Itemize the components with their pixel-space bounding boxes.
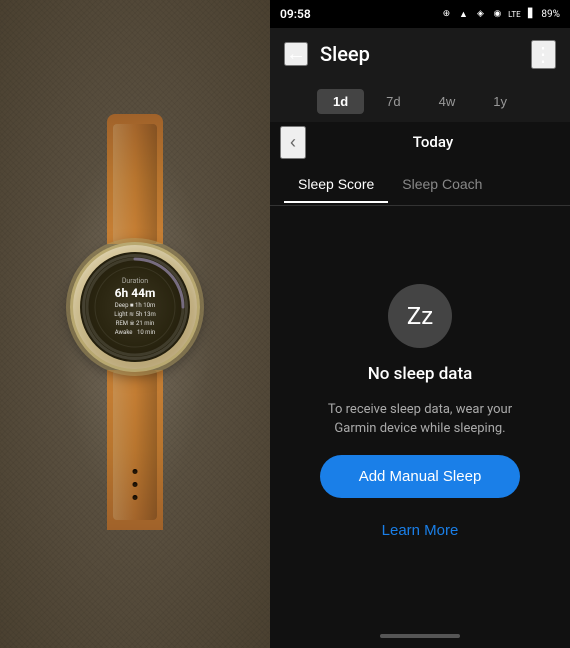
app-panel: 09:58 ⊕ ▲ ◈ ◉ LTE ▋ 89% ← Sleep ⋮ 1d 7d … [270, 0, 570, 648]
date-navigation-row: ‹ Today [270, 122, 570, 162]
battery-icon: 89% [541, 9, 560, 20]
lte-icon: LTE [507, 9, 521, 19]
signal-icon: ⊕ [439, 9, 453, 19]
watch-container: Duration 6h 44m Deep ■ 1h 10m Light ≋ 5h… [35, 114, 235, 534]
sleep-icon: Zz [388, 284, 452, 348]
battery-level: 89% [541, 9, 560, 20]
status-icons: ⊕ ▲ ◈ ◉ LTE ▋ 89% [439, 9, 560, 20]
strap-bottom [107, 370, 163, 530]
more-options-button[interactable]: ⋮ [531, 40, 556, 69]
no-sleep-description: To receive sleep data, wear your Garmin … [310, 400, 530, 439]
tab-1d[interactable]: 1d [317, 89, 364, 114]
watch-body: Duration 6h 44m Deep ■ 1h 10m Light ≋ 5h… [70, 242, 200, 372]
learn-more-button[interactable]: Learn More [374, 514, 467, 547]
watch-stat-awake: Awake 10 min [114, 328, 156, 337]
tab-1y[interactable]: 1y [477, 89, 523, 114]
strap-hole-1 [133, 469, 138, 474]
watch-stat-rem: REM ※ 21 min [114, 319, 156, 328]
back-button[interactable]: ← [284, 42, 308, 66]
home-indicator-bar [380, 634, 460, 638]
current-date-label: Today [306, 133, 560, 151]
tab-7d[interactable]: 7d [370, 89, 416, 114]
strap-hole-3 [133, 495, 138, 500]
main-content: Zz No sleep data To receive sleep data, … [270, 206, 570, 624]
app-header: ← Sleep ⋮ [270, 28, 570, 80]
no-sleep-title: No sleep data [368, 364, 473, 384]
nfc-icon: ◈ [473, 9, 487, 19]
watch-text-content: Duration 6h 44m Deep ■ 1h 10m Light ≋ 5h… [114, 277, 156, 336]
watch-stat-light: Light ≋ 5h 13m [114, 310, 156, 319]
tab-sleep-coach[interactable]: Sleep Coach [388, 166, 496, 202]
add-manual-sleep-button[interactable]: Add Manual Sleep [320, 455, 520, 498]
watch-stat-deep: Deep ■ 1h 10m [114, 301, 156, 310]
wifi-icon: ▲ [456, 9, 470, 19]
watch-duration-label: Duration [114, 277, 156, 285]
watch-total-duration: 6h 44m [114, 286, 156, 300]
strap-hole-2 [133, 482, 138, 487]
previous-date-button[interactable]: ‹ [280, 126, 306, 159]
tab-sleep-score[interactable]: Sleep Score [284, 166, 388, 202]
status-time: 09:58 [280, 7, 311, 21]
status-bar: 09:58 ⊕ ▲ ◈ ◉ LTE ▋ 89% [270, 0, 570, 28]
time-range-tabs: 1d 7d 4w 1y [270, 80, 570, 122]
page-title: Sleep [320, 42, 519, 66]
zzz-icon: Zz [407, 302, 433, 330]
watch-photo-panel: Duration 6h 44m Deep ■ 1h 10m Light ≋ 5h… [0, 0, 270, 648]
strap-top [107, 114, 163, 244]
watch-screen: Duration 6h 44m Deep ■ 1h 10m Light ≋ 5h… [80, 252, 190, 362]
home-indicator [270, 624, 570, 648]
tab-4w[interactable]: 4w [423, 89, 472, 114]
signal-bars-icon: ▋ [524, 9, 538, 19]
location-icon: ◉ [490, 9, 504, 19]
strap-holes [133, 469, 138, 500]
category-tabs: Sleep Score Sleep Coach [270, 162, 570, 206]
